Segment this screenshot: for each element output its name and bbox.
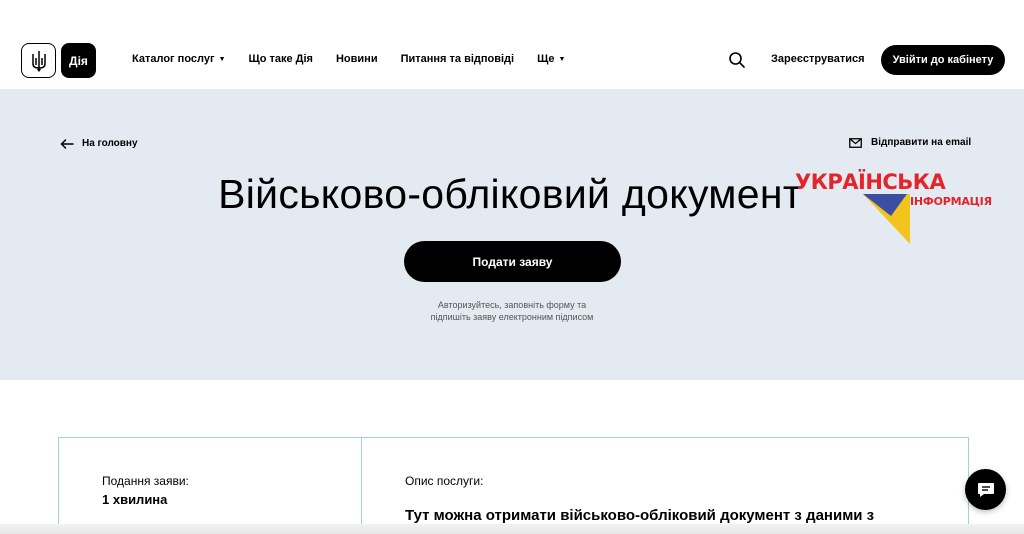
arrow-left-icon	[60, 138, 74, 149]
apply-hint: Авторизуйтесь, заповніть форму та підпиш…	[0, 299, 1024, 323]
back-home-label: На головну	[82, 138, 138, 149]
chat-button[interactable]	[965, 469, 1006, 510]
diia-logo[interactable]: Дія	[61, 43, 96, 78]
login-button[interactable]: Увійти до кабінету	[881, 45, 1005, 75]
panel-divider	[361, 438, 362, 534]
nav-item-faq[interactable]: Питання та відповіді	[401, 53, 515, 65]
send-email-label: Відправити на email	[871, 137, 972, 148]
service-details-panel: Подання заяви: 1 хвилина Опис послуги: Т…	[58, 437, 969, 534]
search-icon	[729, 52, 745, 68]
watermark-logo: УКРАЇНСЬКА ІНФОРМАЦІЯ	[795, 170, 1015, 245]
caret-down-icon: ▼	[218, 55, 226, 63]
trident-logo[interactable]	[21, 43, 56, 78]
trident-icon	[31, 50, 46, 72]
apply-hint-line: підпишіть заяву електронним підписом	[430, 312, 594, 322]
back-home-link[interactable]: На головну	[60, 138, 138, 149]
nav-item-label: Каталог послуг	[132, 53, 215, 65]
mail-icon	[849, 137, 862, 148]
watermark-line1: УКРАЇНСЬКА	[795, 170, 946, 194]
search-button[interactable]	[728, 51, 746, 69]
site-header: Дія Каталог послуг ▼ Що таке Дія Новини …	[0, 0, 1024, 89]
nav-item-label: Новини	[335, 53, 378, 65]
nav-item-news[interactable]: Новини	[336, 53, 378, 65]
nav-item-label: Що таке Дія	[248, 53, 313, 65]
service-description-label: Опис послуги:	[405, 474, 484, 488]
submission-time-value: 1 хвилина	[102, 492, 168, 507]
main-nav: Каталог послуг ▼ Що таке Дія Новини Пита…	[132, 53, 565, 65]
watermark-line2: ІНФОРМАЦІЯ	[910, 195, 992, 208]
nav-item-catalog[interactable]: Каталог послуг ▼	[132, 53, 226, 65]
send-email-link[interactable]: Відправити на email	[849, 137, 971, 148]
register-link[interactable]: Зареєструватися	[771, 53, 865, 65]
nav-item-more[interactable]: Ще ▼	[537, 53, 565, 65]
apply-button[interactable]: Подати заяву	[404, 241, 621, 282]
service-description-text: Тут можна отримати військово-обліковий д…	[405, 507, 875, 524]
window-bottom-edge	[0, 524, 1024, 534]
chat-icon	[977, 482, 994, 497]
apply-hint-line: Авторизуйтесь, заповніть форму та	[437, 300, 587, 310]
nav-item-label: Ще	[537, 53, 555, 65]
caret-down-icon: ▼	[558, 55, 566, 63]
submission-time-label: Подання заяви:	[102, 474, 189, 488]
nav-item-about[interactable]: Що таке Дія	[249, 53, 313, 65]
nav-item-label: Питання та відповіді	[400, 53, 515, 65]
